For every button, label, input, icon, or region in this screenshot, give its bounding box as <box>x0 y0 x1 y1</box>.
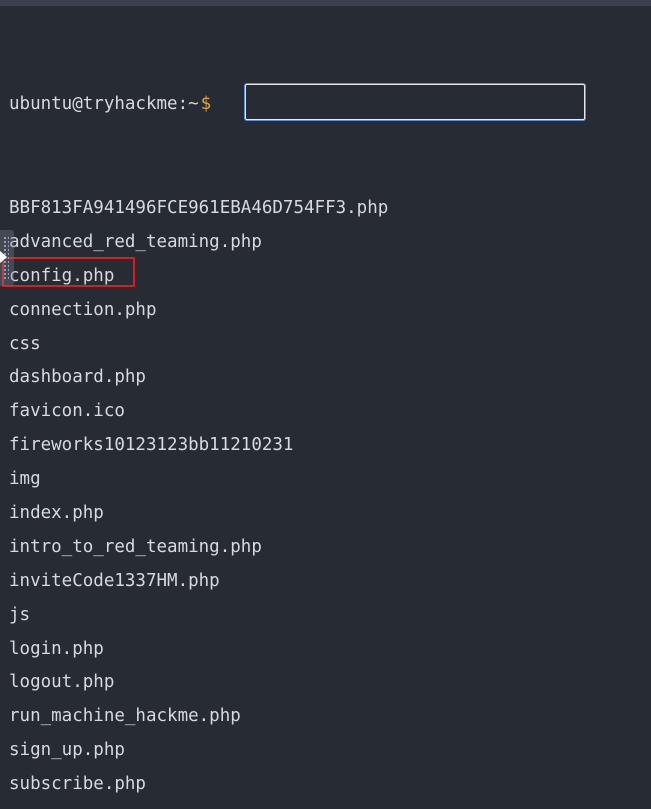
prompt: ubuntu@tryhackme:~ $ <box>9 85 211 123</box>
prompt-user-host: ubuntu@tryhackme:~ <box>9 94 199 114</box>
list-item: index.php <box>9 503 104 524</box>
list-item: logout.php <box>9 672 115 693</box>
list-item: img <box>9 469 41 490</box>
list-item: connection.php <box>9 299 157 320</box>
terminal-window: ubuntu@tryhackme:~ $ BBF813FA941496FCE96… <box>0 6 651 809</box>
list-item: favicon.ico <box>9 401 125 422</box>
list-item: intro_to_red_teaming.php <box>9 536 262 557</box>
list-item: config.php <box>9 265 115 286</box>
file-listing: BBF813FA941496FCE961EBA46D754FF3.php adv… <box>9 192 388 809</box>
list-item: advanced_red_teaming.php <box>9 231 262 252</box>
list-item: login.php <box>9 638 104 659</box>
list-item: inviteCode1337HM.php <box>9 570 220 591</box>
list-item: subscribe.php <box>9 774 146 795</box>
command-input[interactable] <box>245 84 585 120</box>
prompt-symbol: $ <box>200 94 212 114</box>
list-item: css <box>9 333 41 354</box>
list-item: fireworks10123123bb11210231 <box>9 435 294 456</box>
list-item: run_machine_hackme.php <box>9 706 241 727</box>
list-item: webfonts <box>9 802 388 809</box>
list-item: js <box>9 604 31 625</box>
list-item: dashboard.php <box>9 367 146 388</box>
list-item: BBF813FA941496FCE961EBA46D754FF3.php <box>9 198 389 218</box>
list-item: sign_up.php <box>9 740 125 761</box>
expand-arrow-icon[interactable] <box>0 251 7 263</box>
drag-handle[interactable] <box>0 230 14 286</box>
